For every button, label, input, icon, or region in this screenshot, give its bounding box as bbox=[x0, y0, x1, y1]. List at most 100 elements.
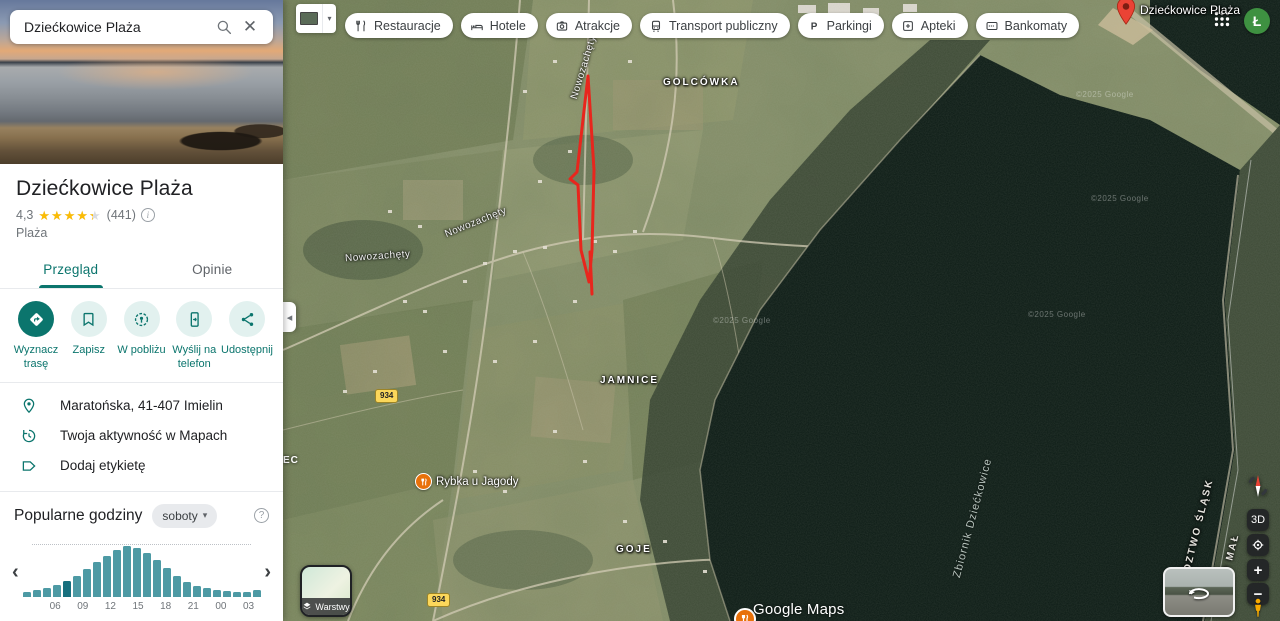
popularity-bar-07 bbox=[52, 584, 61, 597]
chip-pharmacy[interactable]: Apteki bbox=[891, 13, 968, 38]
popularity-bar-12 bbox=[102, 555, 111, 597]
chip-hotels[interactable]: Hotele bbox=[460, 13, 538, 38]
place-pin-marker[interactable] bbox=[1116, 0, 1136, 25]
x-tick-label: 12 bbox=[104, 600, 116, 612]
layers-icon bbox=[302, 601, 312, 613]
review-count[interactable]: (441) bbox=[107, 208, 136, 222]
action-nearby[interactable]: W pobliżu bbox=[116, 301, 168, 372]
hotels-icon bbox=[470, 19, 484, 33]
panel-tabs: Przegląd Opinie bbox=[0, 252, 283, 289]
chip-parking[interactable]: P Parkingi bbox=[797, 13, 884, 38]
restaurant-icon bbox=[415, 473, 432, 490]
restaurants-icon bbox=[354, 19, 368, 33]
pegman-icon[interactable] bbox=[1247, 597, 1269, 619]
map-inset-toggle[interactable]: ▾ bbox=[296, 4, 336, 33]
info-row-text: Maratońska, 41-407 Imielin bbox=[60, 398, 223, 413]
collapse-panel-button[interactable]: ◂ bbox=[283, 302, 296, 332]
action-label: Wyznacz trasę bbox=[13, 344, 59, 370]
chip-label: Atrakcje bbox=[574, 18, 620, 33]
chip-restaurants[interactable]: Restauracje bbox=[345, 13, 453, 38]
bookmark-icon bbox=[70, 301, 107, 337]
action-share[interactable]: Udostępnij bbox=[221, 301, 273, 372]
popularity-bar-10 bbox=[82, 568, 91, 597]
x-tick-label: 06 bbox=[49, 600, 61, 612]
popularity-bar-04 bbox=[22, 591, 31, 597]
google-maps-logo: Google Maps bbox=[753, 601, 845, 618]
search-box: ✕ bbox=[10, 10, 273, 44]
place-panel: ✕ Dziećkowice Plaża 4,3 ★★★★★★★★★★ (441)… bbox=[0, 0, 283, 621]
3d-button[interactable]: 3D bbox=[1247, 509, 1269, 531]
location-pin-icon bbox=[20, 397, 38, 415]
chip-label: Parkingi bbox=[826, 18, 872, 33]
info-row-history[interactable]: Twoja aktywność w Mapach bbox=[0, 421, 283, 451]
compass-icon[interactable] bbox=[1245, 473, 1271, 499]
area-label-goje: GOJE bbox=[616, 544, 652, 555]
street-view-preview[interactable] bbox=[1163, 567, 1235, 617]
chip-label: Apteki bbox=[920, 18, 956, 33]
svg-text:P: P bbox=[810, 21, 817, 32]
chip-attractions[interactable]: Atrakcje bbox=[545, 13, 632, 38]
x-tick-label bbox=[68, 601, 75, 612]
search-icon[interactable] bbox=[211, 14, 237, 40]
tab-przeglad[interactable]: Przegląd bbox=[0, 252, 142, 288]
x-tick-label bbox=[207, 601, 214, 612]
chevron-down-icon: ▾ bbox=[327, 14, 332, 23]
popularity-bar-15 bbox=[132, 547, 141, 597]
atm-icon bbox=[985, 19, 999, 33]
help-icon[interactable]: ? bbox=[254, 508, 269, 523]
action-directions[interactable]: Wyznacz trasę bbox=[10, 301, 62, 372]
tab-opinie[interactable]: Opinie bbox=[142, 252, 284, 288]
x-tick-label bbox=[179, 601, 186, 612]
place-header: Dziećkowice Plaża 4,3 ★★★★★★★★★★ (441) i… bbox=[0, 164, 283, 240]
close-icon[interactable]: ✕ bbox=[237, 14, 263, 40]
map-canvas[interactable]: GOLCÓWKA JAMNICE GOJE Nowozachęty Nowoza… bbox=[283, 0, 1280, 621]
pharmacy-icon bbox=[901, 19, 915, 33]
action-send-to-phone[interactable]: Wyślij na telefon bbox=[168, 301, 220, 372]
page-title: Dziećkowice Plaża bbox=[16, 177, 193, 200]
info-row-label[interactable]: Dodaj etykietę bbox=[0, 451, 283, 481]
popularity-bar-22 bbox=[202, 587, 211, 597]
action-label: Wyślij na telefon bbox=[172, 344, 217, 370]
info-row-text: Twoja aktywność w Mapach bbox=[60, 428, 228, 443]
info-row-location-pin[interactable]: Maratońska, 41-407 Imielin bbox=[0, 391, 283, 421]
action-bookmark[interactable]: Zapisz bbox=[63, 301, 115, 372]
avatar[interactable]: Ł bbox=[1244, 8, 1270, 34]
popularity-bar-09 bbox=[72, 575, 81, 597]
restaurant-marker[interactable]: Rybka u Jagody bbox=[415, 473, 518, 490]
chevron-down-icon: ▾ bbox=[202, 510, 208, 520]
popularity-bar-03 bbox=[252, 589, 261, 597]
map-watermark: ©2025 Google bbox=[713, 316, 771, 325]
day-selector[interactable]: soboty ▾ bbox=[152, 503, 218, 528]
street-view-rotate-icon bbox=[1189, 588, 1209, 600]
popularity-bar-17 bbox=[152, 559, 161, 597]
send-to-phone-icon bbox=[176, 301, 213, 337]
popularity-bar-21 bbox=[192, 585, 201, 597]
zoom-in-button[interactable]: + bbox=[1247, 559, 1269, 581]
x-tick-label bbox=[170, 601, 177, 612]
x-tick-label bbox=[60, 601, 67, 612]
place-category: Plaża bbox=[16, 226, 48, 240]
rating-value: 4,3 bbox=[16, 208, 34, 222]
area-label-partial: EC bbox=[283, 455, 299, 466]
popular-times-section: Popularne godziny soboty ▾ ? ‹ 06 09 12 15 1… bbox=[0, 492, 283, 612]
my-location-button[interactable] bbox=[1247, 534, 1269, 556]
star-rating[interactable]: ★★★★★★★★★★ bbox=[38, 209, 101, 222]
popularity-bar-19 bbox=[172, 575, 181, 597]
x-tick-label: 00 bbox=[215, 600, 227, 612]
popularity-bar-05 bbox=[32, 589, 41, 597]
chevron-left-icon[interactable]: ‹ bbox=[12, 562, 19, 582]
info-icon[interactable]: i bbox=[140, 208, 155, 222]
chip-label: Restauracje bbox=[374, 18, 441, 33]
chip-atm[interactable]: Bankomaty bbox=[975, 13, 1080, 38]
chip-transit[interactable]: Transport publiczny bbox=[640, 13, 790, 38]
layers-button[interactable]: Warstwy bbox=[300, 565, 352, 617]
search-input[interactable] bbox=[24, 19, 211, 35]
popularity-bar-01 bbox=[232, 591, 241, 597]
transit-icon bbox=[649, 19, 663, 33]
chevron-right-icon[interactable]: › bbox=[264, 562, 271, 582]
chip-label: Bankomaty bbox=[1004, 18, 1068, 33]
popular-times-chart: ‹ 06 09 12 15 18 21 00 03 › bbox=[12, 543, 271, 612]
place-pin-label[interactable]: Dziećkowice Plaża bbox=[1140, 3, 1240, 17]
info-rows: Maratońska, 41-407 Imielin Twoja aktywnoś… bbox=[0, 383, 283, 491]
map-watermark: ©2025 Google bbox=[1091, 194, 1149, 203]
